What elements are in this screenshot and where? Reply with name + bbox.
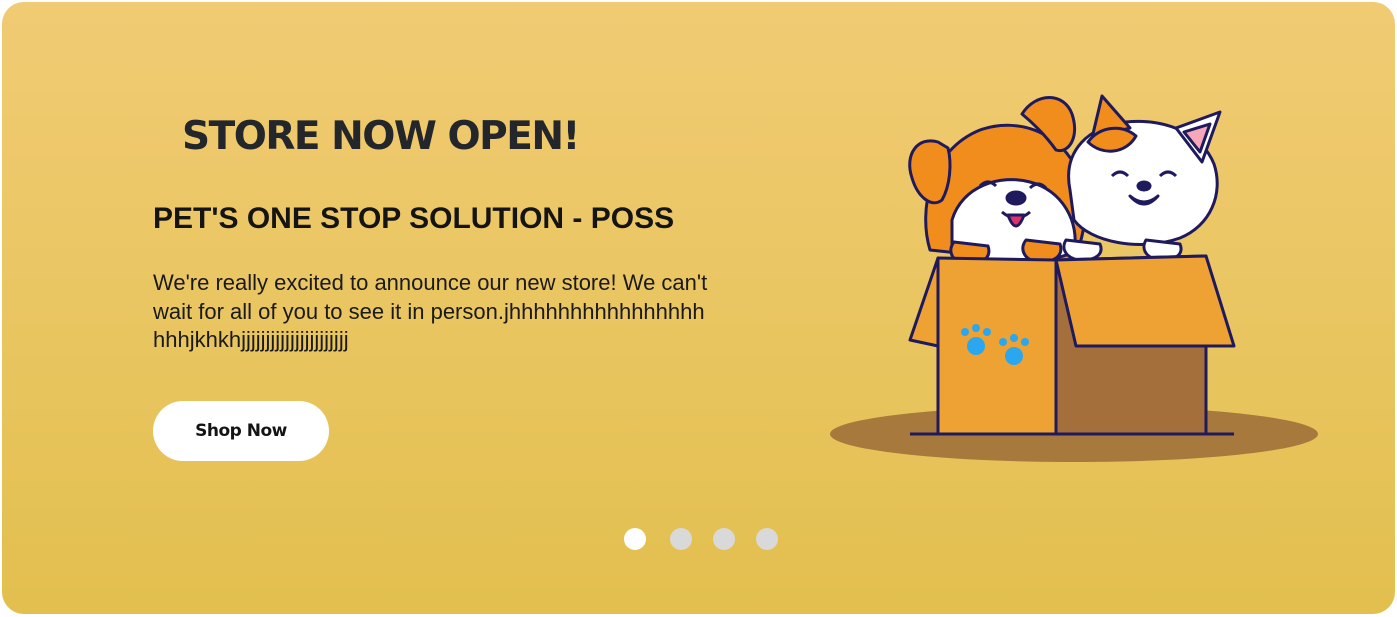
kitten-figure <box>1062 94 1222 262</box>
banner-description: We're really excited to announce our new… <box>153 270 708 352</box>
promo-banner: STORE NOW OPEN! PET'S ONE STOP SOLUTION … <box>2 2 1395 614</box>
banner-headline: STORE NOW OPEN! <box>182 114 580 159</box>
banner-subheadline: PET'S ONE STOP SOLUTION - POSS <box>153 202 675 235</box>
carousel-dot-3[interactable] <box>713 528 735 550</box>
shop-now-button[interactable]: Shop Now <box>153 401 329 461</box>
carousel-dot-4[interactable] <box>756 528 778 550</box>
carousel-dot-2[interactable] <box>670 528 692 550</box>
puppy-figure <box>908 96 1087 267</box>
cardboard-box <box>908 254 1236 436</box>
puppy-and-kitten-in-box-illustration <box>830 94 1318 462</box>
carousel-dot-1[interactable] <box>624 528 646 550</box>
